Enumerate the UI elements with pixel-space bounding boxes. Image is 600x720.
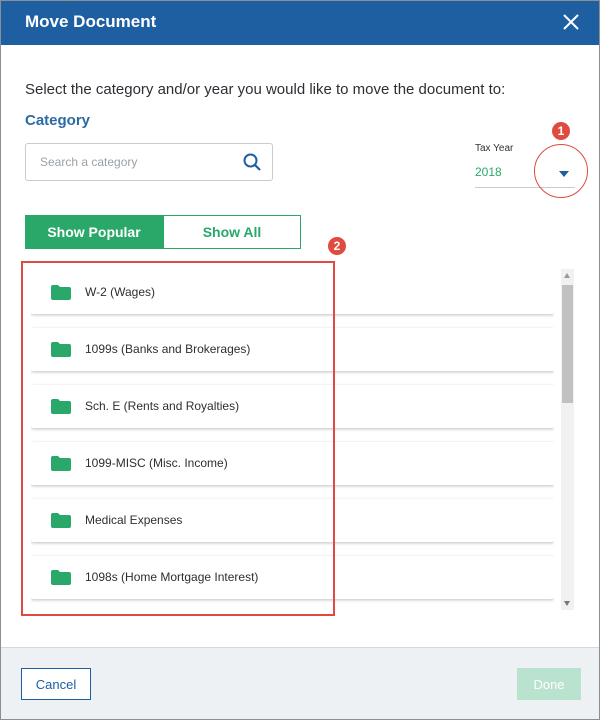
list-scrollbar[interactable] (561, 269, 574, 610)
category-toggle: Show Popular Show All (25, 215, 301, 249)
show-all-button[interactable]: Show All (163, 215, 301, 249)
show-popular-button[interactable]: Show Popular (25, 215, 163, 249)
tax-year-label: Tax Year (475, 143, 514, 154)
tax-year-value: 2018 (475, 165, 502, 179)
search-icon[interactable] (242, 152, 262, 172)
cancel-button[interactable]: Cancel (21, 668, 91, 700)
move-document-dialog: Move Document Select the category and/or… (0, 0, 600, 720)
search-placeholder: Search a category (40, 155, 138, 169)
close-icon[interactable] (561, 12, 581, 32)
category-search-input[interactable]: Search a category (25, 143, 273, 181)
scroll-down-icon[interactable] (564, 601, 570, 606)
dialog-title: Move Document (25, 12, 157, 31)
annotation-badge-2: 2 (328, 237, 346, 255)
annotation-circle (534, 144, 588, 198)
annotation-highlight-box (21, 261, 335, 616)
done-button[interactable]: Done (517, 668, 581, 700)
scroll-up-icon[interactable] (564, 273, 570, 278)
dialog-footer: Cancel Done (1, 648, 599, 719)
dialog-header: Move Document (1, 1, 599, 45)
category-label: Category (25, 112, 91, 129)
annotation-badge-1: 1 (552, 122, 570, 140)
scrollbar-thumb[interactable] (562, 285, 573, 403)
instruction-text: Select the category and/or year you woul… (25, 81, 506, 98)
